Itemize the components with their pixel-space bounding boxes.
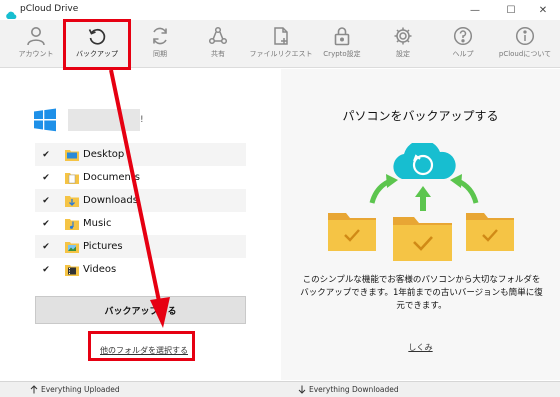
annotation-arrow: [109, 69, 170, 328]
